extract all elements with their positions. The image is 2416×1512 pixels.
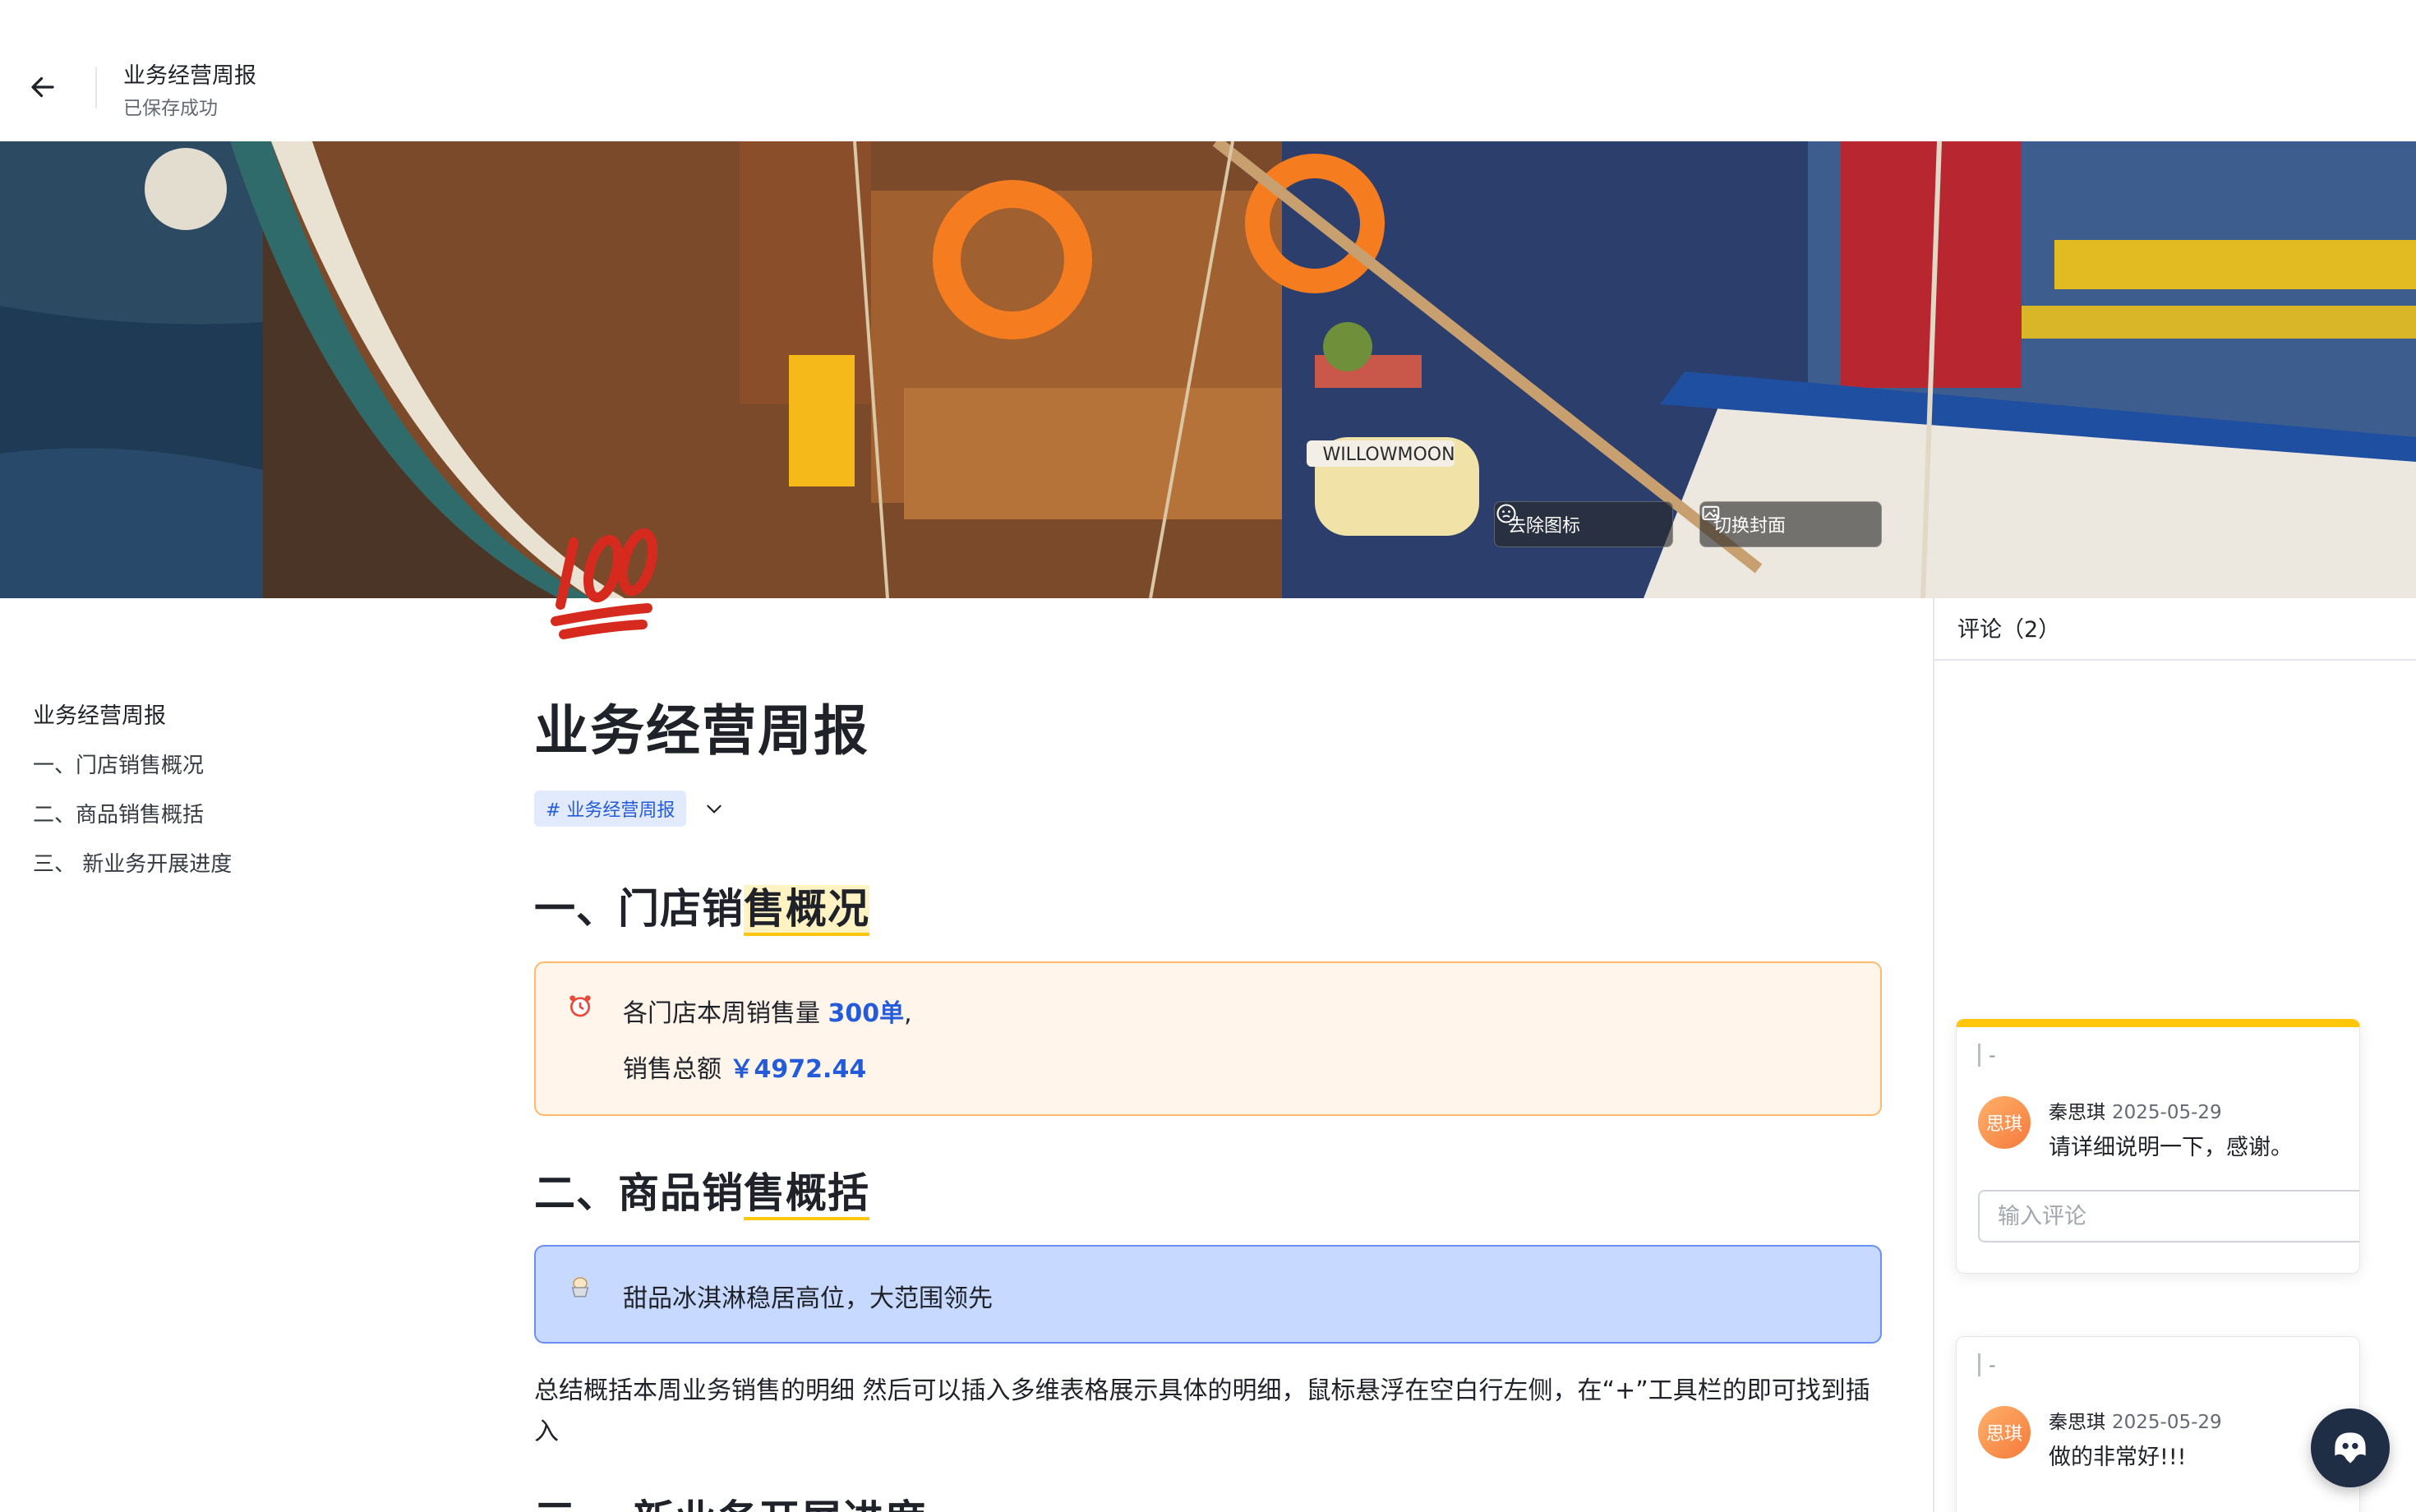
chevron-down-icon xyxy=(707,804,722,814)
save-status: 已保存成功 xyxy=(123,98,218,119)
assistant-button[interactable] xyxy=(2311,1408,2390,1487)
outline-item-section-1[interactable]: 一、门店销售概况 xyxy=(33,748,378,797)
section-heading-1[interactable]: 一、门店销售概况 xyxy=(534,876,869,936)
sales-callout[interactable]: 各门店本周销售量 300单, 销售总额 ￥4972.44 xyxy=(534,961,1882,1116)
robot-assistant-icon xyxy=(2335,1432,2366,1464)
sales-volume-value: 300单 xyxy=(828,999,905,1028)
summary-paragraph[interactable]: 总结概括本周业务销售的明细 然后可以插入多维表格展示具体的明细，鼠标悬浮在空白行… xyxy=(534,1371,1882,1453)
image-icon xyxy=(1702,505,1720,521)
outline-item-section-3[interactable]: 三、 新业务开展进度 xyxy=(33,846,378,896)
tag-expand-button[interactable] xyxy=(701,795,727,822)
comment-quote: - xyxy=(1978,1044,1996,1067)
top-bar: 业务经营周报 已保存成功 xyxy=(0,0,2416,141)
avatar[interactable]: 思琪 xyxy=(1978,1096,2031,1149)
section-heading-1-prefix: 一、门店销 xyxy=(534,885,744,933)
document-title: 业务经营周报 xyxy=(123,63,256,89)
comment-quote: - xyxy=(1978,1353,1996,1376)
sales-volume-line: 各门店本周销售量 300单, xyxy=(623,993,912,1029)
cover-image: WILLOWMOON 去除图标 切换封面 xyxy=(0,141,2416,598)
boat-nameplate: WILLOWMOON xyxy=(1322,445,1455,465)
comments-header: 评论（2） xyxy=(1934,598,2416,661)
comment-card[interactable]: - 思琪 秦思琪 2025-05-29 请详细说明一下，感谢。 xyxy=(1956,1019,2360,1274)
sales-amount-line: 销售总额 ￥4972.44 xyxy=(623,1049,866,1085)
comment-author: 秦思琪 xyxy=(2049,1102,2105,1123)
comments-panel: 评论（2） - 思琪 秦思琪 2025-05-29 请详细说明一下，感谢。 - 思… xyxy=(1933,598,2416,1512)
sales-volume-suffix: , xyxy=(904,999,912,1028)
sales-volume-text: 各门店本周销售量 xyxy=(623,999,820,1028)
section-heading-1-highlight: 售概况 xyxy=(744,885,869,936)
cover-illustration: WILLOWMOON xyxy=(0,141,2416,598)
sales-amount-text: 销售总额 xyxy=(623,1055,722,1084)
page-title[interactable]: 业务经营周报 xyxy=(534,687,869,766)
tag-row: # 业务经营周报 xyxy=(534,791,727,827)
comment-date: 2025-05-29 xyxy=(2112,1102,2222,1123)
comments-title: 评论（2） xyxy=(1957,617,2061,643)
comment-date: 2025-05-29 xyxy=(2112,1412,2222,1433)
sales-amount-value: ￥4972.44 xyxy=(729,1055,867,1084)
section-heading-3[interactable]: 三、 新业务开展进度 xyxy=(534,1487,926,1512)
ice-cream-icon xyxy=(567,1275,593,1307)
arrow-left-icon xyxy=(31,76,54,98)
document-tag[interactable]: # 业务经营周报 xyxy=(534,791,687,827)
comment-text: 请详细说明一下，感谢。 xyxy=(2049,1135,2293,1160)
section-heading-2-highlight: 售概括 xyxy=(744,1169,869,1220)
document-outline: 业务经营周报 一、门店销售概况 二、商品销售概括 三、 新业务开展进度 xyxy=(33,698,378,896)
product-callout[interactable]: 甜品冰淇淋稳居高位，大范围领先 xyxy=(534,1245,1882,1344)
avatar[interactable]: 思琪 xyxy=(1978,1406,2031,1459)
comment-author: 秦思琪 xyxy=(2049,1412,2105,1433)
switch-cover-label: 切换封面 xyxy=(1713,516,1787,537)
back-button[interactable] xyxy=(23,67,62,107)
comment-text: 做的非常好!!! xyxy=(2049,1445,2187,1470)
comment-meta: 秦思琪 2025-05-29 xyxy=(2049,1406,2222,1434)
hundred-points-icon[interactable] xyxy=(549,519,664,643)
outline-item-title[interactable]: 业务经营周报 xyxy=(33,698,378,748)
product-callout-text: 甜品冰淇淋稳居高位，大范围领先 xyxy=(623,1284,993,1313)
header-divider xyxy=(95,67,97,108)
outline-item-section-2[interactable]: 二、商品销售概括 xyxy=(33,797,378,846)
comment-card[interactable]: - 思琪 秦思琪 2025-05-29 做的非常好!!! xyxy=(1956,1336,2360,1512)
face-icon xyxy=(1496,504,1516,523)
remove-icon-label: 去除图标 xyxy=(1508,516,1581,537)
comment-input[interactable] xyxy=(1978,1190,2359,1242)
remove-icon-button[interactable]: 去除图标 xyxy=(1494,501,1673,547)
section-heading-2[interactable]: 二、商品销售概括 xyxy=(534,1160,869,1220)
switch-cover-button[interactable]: 切换封面 xyxy=(1699,501,1882,547)
comment-meta: 秦思琪 2025-05-29 xyxy=(2049,1096,2222,1124)
alarm-clock-icon xyxy=(567,993,593,1026)
section-heading-2-prefix: 二、商品销 xyxy=(534,1169,744,1217)
